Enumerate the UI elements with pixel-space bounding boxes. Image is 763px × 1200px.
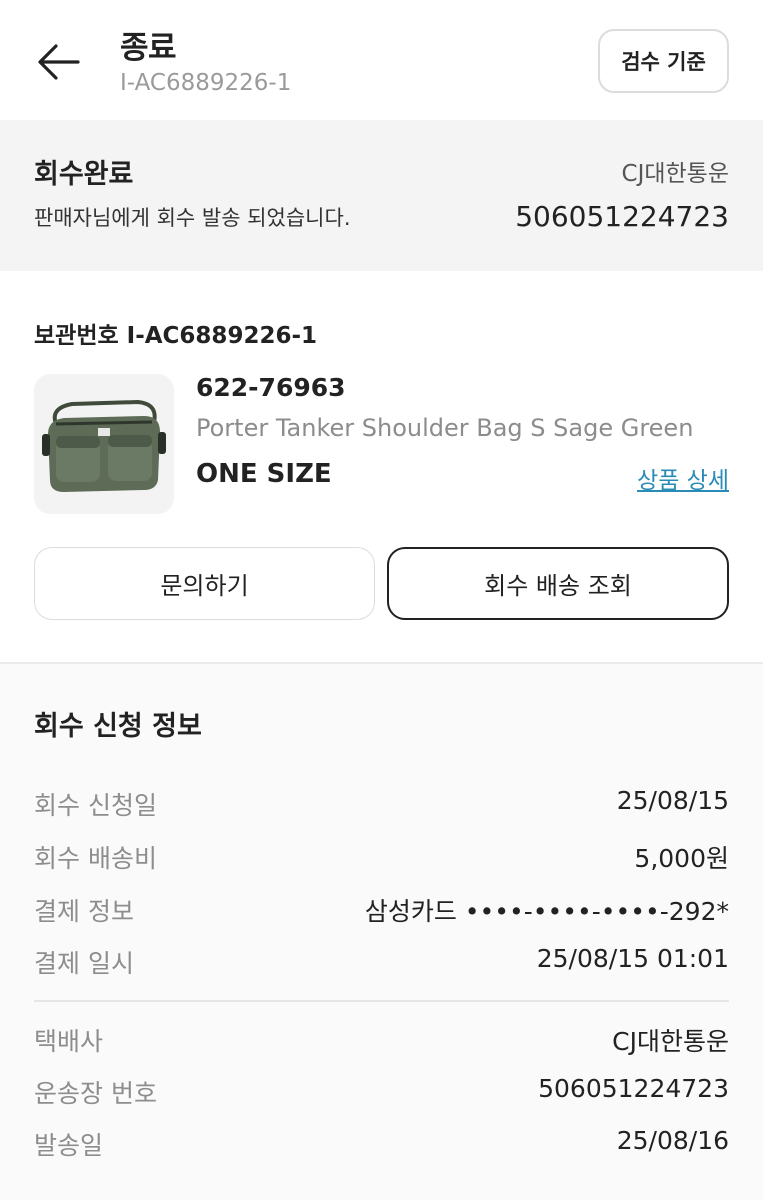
info-row-waybill-number: 운송장 번호 506051224723	[34, 1074, 729, 1110]
info-value: 25/08/15	[616, 786, 729, 815]
info-label: 회수 신청일	[34, 791, 157, 820]
info-row-payment-datetime: 결제 일시 25/08/15 01:01	[34, 944, 729, 980]
info-value: 25/08/15 01:01	[536, 944, 729, 973]
info-label: 결제 정보	[34, 897, 134, 926]
status-tracking-number: 506051224723	[515, 200, 729, 233]
product-detail-link[interactable]: 상품 상세	[637, 461, 729, 495]
page: 종료 I-AC6889226-1 검수 기준 회수완료 판매자님에게 회수 발송…	[0, 0, 763, 1200]
status-carrier: CJ대한통운	[621, 161, 729, 187]
product-name: Porter Tanker Shoulder Bag S Sage Green	[196, 414, 694, 442]
status-title: 회수완료	[34, 159, 134, 190]
info-label: 발송일	[34, 1131, 104, 1160]
inspection-criteria-button[interactable]: 검수 기준	[598, 29, 729, 93]
info-value: 삼성카드 ••••-••••-••••-292*	[364, 897, 729, 926]
info-row-shipping-fee: 회수 배송비 5,000원	[34, 839, 729, 875]
header: 종료 I-AC6889226-1 검수 기준	[0, 0, 763, 120]
info-row-payment-info: 결제 정보 삼성카드 ••••-••••-••••-292*	[34, 892, 729, 928]
info-label: 회수 배송비	[34, 844, 157, 873]
return-info-section	[0, 664, 763, 1200]
product-code: 622-76963	[196, 373, 346, 402]
back-arrow-icon[interactable]	[34, 38, 82, 86]
product-size: ONE SIZE	[196, 459, 332, 489]
inquiry-button[interactable]: 문의하기	[34, 547, 375, 620]
info-value: 506051224723	[538, 1074, 729, 1103]
info-value: 5,000원	[634, 844, 729, 873]
info-label: 결제 일시	[34, 949, 134, 978]
info-row-shipped-date: 발송일 25/08/16	[34, 1126, 729, 1162]
track-return-shipment-button[interactable]: 회수 배송 조회	[387, 547, 729, 620]
info-row-request-date: 회수 신청일 25/08/15	[34, 786, 729, 822]
return-info-title: 회수 신청 정보	[34, 711, 202, 742]
page-subtitle: I-AC6889226-1	[120, 70, 292, 96]
info-value: 25/08/16	[616, 1126, 729, 1155]
status-description: 판매자님에게 회수 발송 되었습니다.	[34, 206, 351, 230]
info-label: 택배사	[34, 1027, 104, 1056]
page-title: 종료	[120, 30, 177, 66]
info-label: 운송장 번호	[34, 1079, 157, 1108]
bag-image[interactable]	[34, 374, 174, 514]
storage-number: 보관번호 I-AC6889226-1	[34, 323, 318, 349]
info-row-courier: 택배사 CJ대한통운	[34, 1022, 729, 1058]
status-banner	[0, 120, 763, 271]
info-divider	[34, 1000, 729, 1002]
info-value: CJ대한통운	[612, 1027, 729, 1056]
